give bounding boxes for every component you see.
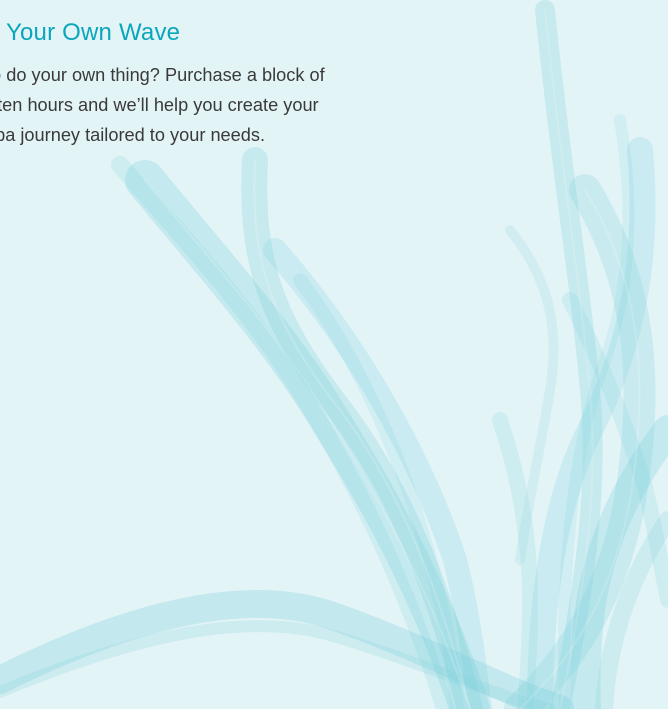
brochure-page: e Your Own Wave to do your own thing? Pu… — [0, 0, 668, 709]
section-body: to do your own thing? Purchase a block o… — [0, 60, 456, 150]
body-line-2: r ten hours and we’ll help you create yo… — [0, 95, 319, 115]
wave-section: e Your Own Wave to do your own thing? Pu… — [0, 18, 456, 150]
section-heading: e Your Own Wave — [0, 19, 181, 46]
body-line-1: to do your own thing? Purchase a block o… — [0, 65, 325, 85]
body-line-3: spa journey tailored to your needs. — [0, 125, 266, 145]
